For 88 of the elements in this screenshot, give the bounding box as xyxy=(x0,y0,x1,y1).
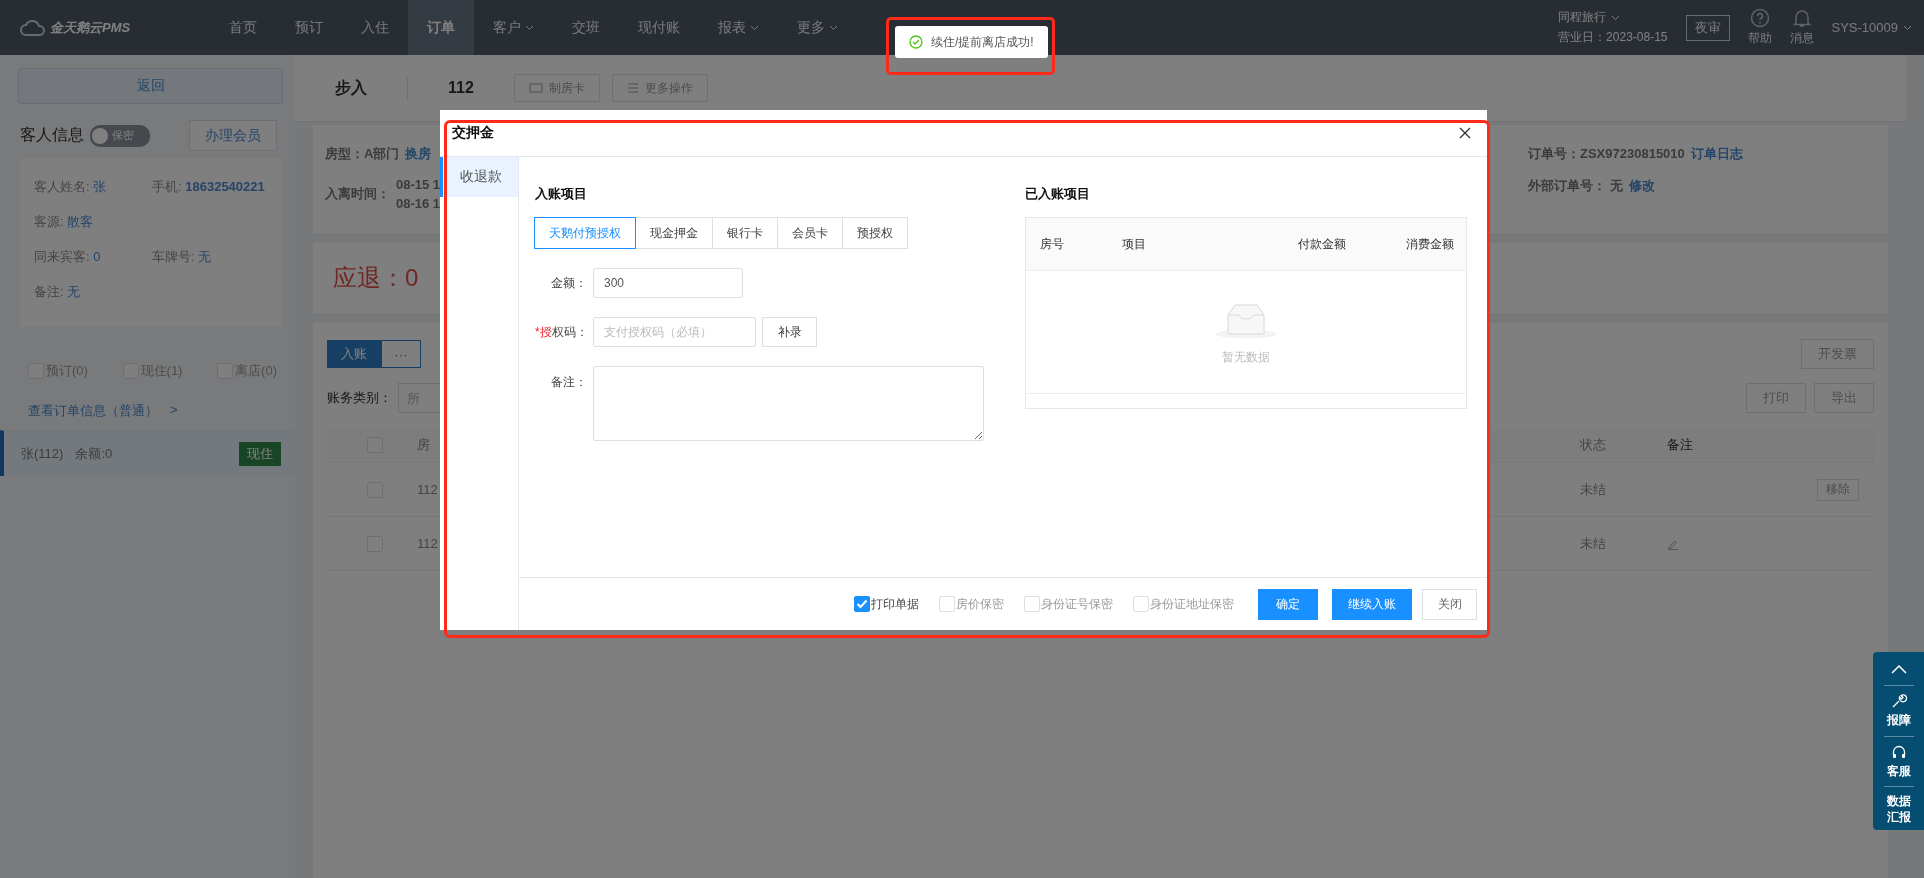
messages-link[interactable]: 消息 xyxy=(1789,8,1814,47)
caret-icon xyxy=(1903,24,1912,31)
field-label: 备注： xyxy=(550,374,587,391)
checkmark-icon xyxy=(856,599,868,609)
user-menu[interactable]: SYS-10009 xyxy=(1831,20,1898,35)
section-title: 入账项目 xyxy=(535,185,588,203)
chevron-up-icon[interactable] xyxy=(1890,664,1907,674)
option-checkbox[interactable]: 身份证地址保密 xyxy=(1133,595,1234,613)
hotel-selector[interactable]: 同程旅行 xyxy=(1558,9,1607,26)
side-tab[interactable]: 收退款 xyxy=(440,157,518,197)
help-icon xyxy=(1749,8,1770,28)
stay-time: 08-16 1 xyxy=(396,196,441,211)
edit-link[interactable]: 修改 xyxy=(1628,177,1655,195)
option-checkbox[interactable]: 打印单据 xyxy=(854,595,919,613)
order-title: 步入 xyxy=(335,77,408,99)
dialog-title: 交押金 xyxy=(452,124,494,142)
headset-icon xyxy=(1890,743,1907,760)
caret-icon xyxy=(1611,14,1621,21)
payment-tab[interactable]: 预授权 xyxy=(842,217,908,249)
section-title: 已入账项目 xyxy=(1025,185,1091,203)
night-audit-button[interactable]: 夜审 xyxy=(1685,14,1730,41)
nav-item[interactable]: 客户 xyxy=(474,0,553,55)
payment-tab[interactable]: 会员卡 xyxy=(777,217,843,249)
nav-item[interactable]: 首页 xyxy=(210,0,276,55)
list-icon xyxy=(626,83,639,93)
guest-balance: 余额:0 xyxy=(75,444,113,463)
empty-message: 暂无数据 xyxy=(1222,348,1270,366)
nav-item[interactable]: 入住 xyxy=(342,0,408,55)
business-date: 营业日：2023-08-15 xyxy=(1558,29,1668,46)
app-logo-text: 金天鹅云PMS xyxy=(50,18,131,37)
guest-field: 手机: 18632540221 xyxy=(152,177,281,196)
status-tag: 现住 xyxy=(239,441,281,466)
table-cell-text: 未结 xyxy=(1580,534,1607,553)
stay-time: 08-15 1 xyxy=(396,177,441,192)
payment-tab[interactable]: 现金押金 xyxy=(635,217,713,249)
guest-field: 客源: 散客 xyxy=(34,212,281,231)
side-tool-item[interactable]: 客服 xyxy=(1885,739,1912,784)
member-button[interactable]: 办理会员 xyxy=(189,120,277,151)
confirm-button[interactable]: 确定 xyxy=(1258,588,1318,620)
order-number: 订单号：ZSX97230815010 xyxy=(1528,145,1685,163)
table-cell-text: 112 xyxy=(416,482,439,497)
bell-icon xyxy=(1792,8,1811,28)
supplement-button[interactable]: 补录 xyxy=(762,317,817,347)
nav-item[interactable]: 预订 xyxy=(276,0,342,55)
nav-item[interactable]: 报表 xyxy=(699,0,778,55)
option-checkbox[interactable]: 房价保密 xyxy=(939,595,1004,613)
external-order-number: 外部订单号： 无 xyxy=(1528,177,1623,195)
guest-field: 备注: 无 xyxy=(34,282,281,301)
order-info-link[interactable]: 查看订单信息（普通） xyxy=(28,402,158,420)
nav-item[interactable]: 现付账 xyxy=(619,0,699,55)
filter-label: 账务类别： xyxy=(327,389,392,407)
side-tool-item[interactable]: 数据汇报 xyxy=(1885,790,1912,830)
guest-row[interactable]: 张(112) 余额:0 现住 xyxy=(0,430,295,476)
back-button[interactable]: 返回 xyxy=(18,68,283,104)
amount-field[interactable]: 300 xyxy=(593,268,743,298)
payment-tab[interactable]: 银行卡 xyxy=(712,217,778,249)
table-cell-text: 112 xyxy=(416,536,439,551)
table-cell-text: 未结 xyxy=(1580,480,1607,499)
wrench-icon xyxy=(1890,693,1907,709)
nav-item[interactable]: 交班 xyxy=(553,0,619,55)
toast-text: 续住/提前离店成功! xyxy=(931,33,1034,51)
column-header: 备注 xyxy=(1667,435,1694,454)
section-title: 客人信息 xyxy=(20,125,84,145)
guest-name: 张(112) xyxy=(21,444,64,463)
check-circle-icon xyxy=(909,35,923,49)
more-button[interactable]: ··· xyxy=(381,340,421,368)
close-button[interactable]: 关闭 xyxy=(1422,588,1477,620)
arrow-text: > xyxy=(170,402,178,419)
field-label: 金额： xyxy=(550,274,587,292)
field-label: 房型：A部门 xyxy=(325,145,400,163)
post-button[interactable]: 入账 xyxy=(327,340,381,368)
continue-button[interactable]: 继续入账 xyxy=(1332,588,1412,620)
field-label: *授权码： xyxy=(535,323,587,341)
field-label: 入离时间： xyxy=(325,185,390,203)
nav-item[interactable]: 订单 xyxy=(408,0,474,55)
close-icon[interactable] xyxy=(1459,127,1471,139)
order-log-link[interactable]: 订单日志 xyxy=(1690,145,1743,163)
side-tool-item[interactable]: 报障 xyxy=(1885,689,1912,733)
room-number: 112 xyxy=(448,79,474,97)
card-icon xyxy=(528,83,543,93)
auth-code-field[interactable]: 支付授权码（必填） xyxy=(593,317,756,347)
change-room-link[interactable]: 换房 xyxy=(405,145,432,163)
payment-tab[interactable]: 天鹅付预授权 xyxy=(534,217,636,249)
option-checkbox[interactable]: 身份证号保密 xyxy=(1024,595,1113,613)
note-field[interactable] xyxy=(593,366,984,441)
cloud-logo-icon xyxy=(20,19,46,36)
nav-item[interactable]: 更多 xyxy=(778,0,857,55)
help-link[interactable]: 帮助 xyxy=(1747,8,1772,47)
